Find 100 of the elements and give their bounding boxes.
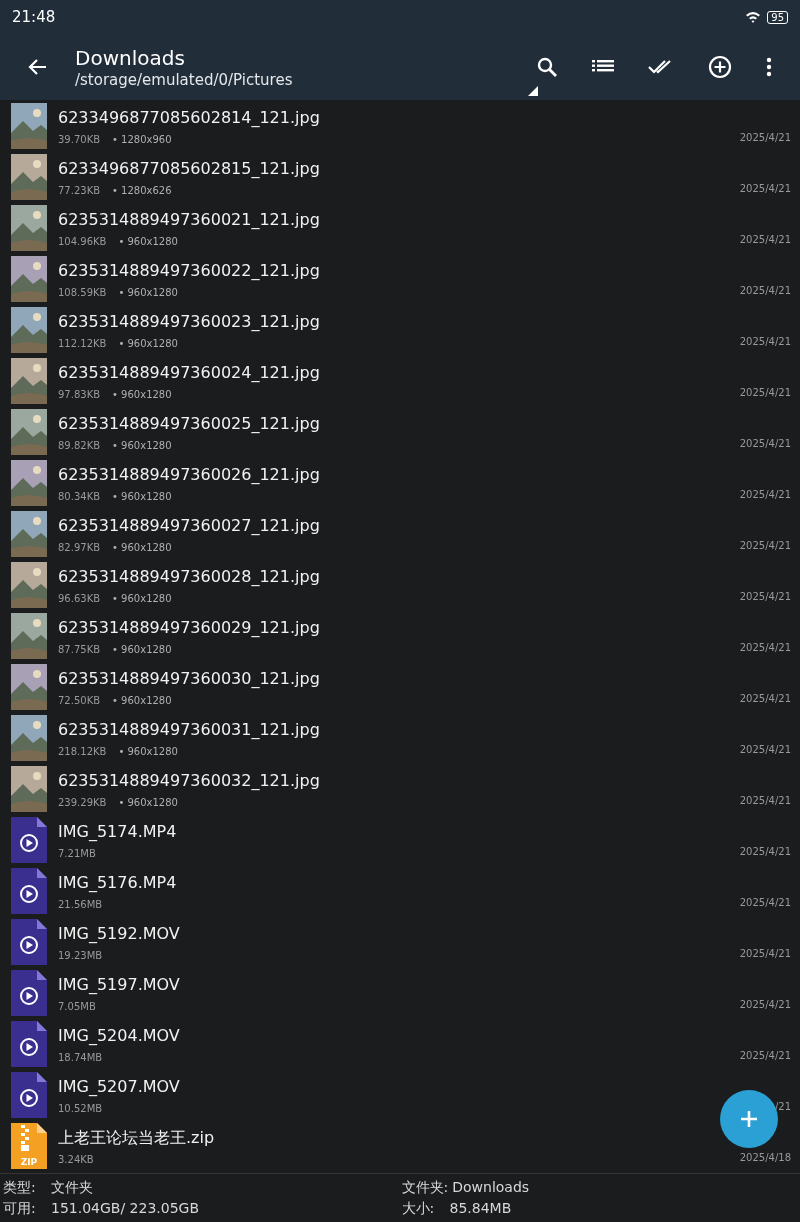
file-date: 2025/4/18 (739, 1152, 792, 1165)
file-date: 2025/4/21 (739, 642, 792, 655)
file-name[interactable]: 上老王论坛当老王.zip (58, 1126, 215, 1149)
file-name[interactable]: IMG_5174.MP4 (58, 820, 177, 843)
search-icon[interactable] (536, 56, 558, 78)
file-size: 77.23KB (58, 184, 101, 196)
back-arrow-icon[interactable] (28, 57, 48, 77)
image-dimensions: • 960x1280 (112, 592, 172, 604)
folder-label: 文件夹: (401, 1178, 449, 1197)
file-name[interactable]: 6233496877085602815_121.jpg (58, 157, 320, 180)
status-time: 21:48 (12, 8, 56, 26)
image-dimensions: • 1280x626 (112, 184, 172, 196)
folder-title: Downloads (75, 45, 186, 71)
video-file-icon (11, 816, 47, 863)
file-date: 2025/4/21 (739, 132, 792, 145)
file-name[interactable]: 6235314889497360031_121.jpg (58, 718, 320, 741)
type-label: 类型: (3, 1178, 37, 1197)
file-size: 10.52MB (58, 1102, 103, 1114)
zip-file-icon: ZIP (11, 1122, 47, 1169)
image-dimensions: • 960x1280 (112, 643, 172, 655)
file-date: 2025/4/21 (739, 234, 792, 247)
file-name[interactable]: 6235314889497360032_121.jpg (58, 769, 320, 792)
free-space-value: 151.04GB/ 223.05GB (51, 1199, 200, 1218)
file-date: 2025/4/21 (739, 948, 792, 961)
file-date: 2025/4/21 (739, 693, 792, 706)
file-size: 18.74MB (58, 1051, 103, 1063)
file-name[interactable]: 6235314889497360028_121.jpg (58, 565, 320, 588)
folder-path: /storage/emulated/0/Pictures (75, 71, 294, 89)
file-name[interactable]: 6235314889497360030_121.jpg (58, 667, 320, 690)
file-name[interactable]: 6235314889497360021_121.jpg (58, 208, 320, 231)
file-name[interactable]: IMG_5192.MOV (58, 922, 180, 945)
battery-level: 95 (767, 10, 788, 24)
file-size: 80.34KB (58, 490, 101, 502)
image-dimensions: • 960x1280 (118, 745, 178, 757)
image-dimensions: • 960x1280 (112, 541, 172, 553)
image-dimensions: • 960x1280 (118, 796, 178, 808)
file-name[interactable]: IMG_5204.MOV (58, 1024, 180, 1047)
file-date: 2025/4/21 (739, 540, 792, 553)
add-circle-icon[interactable] (708, 55, 732, 79)
image-dimensions: • 960x1280 (118, 337, 178, 349)
image-dimensions: • 1280x960 (112, 133, 172, 145)
image-dimensions: • 960x1280 (112, 490, 172, 502)
file-size: 72.50KB (58, 694, 101, 706)
size-label: 大小: (401, 1199, 436, 1218)
image-dimensions: • 960x1280 (118, 286, 178, 298)
file-size: 19.23MB (58, 949, 103, 961)
image-dimensions: • 960x1280 (118, 235, 178, 247)
file-name[interactable]: 6235314889497360026_121.jpg (58, 463, 320, 486)
file-size: 87.75KB (58, 643, 101, 655)
file-name[interactable]: 6233496877085602814_121.jpg (58, 106, 320, 129)
file-date: 2025/4/21 (739, 387, 792, 400)
file-size: 112.12KB (58, 337, 107, 349)
file-size: 96.63KB (58, 592, 101, 604)
file-size: 3.24KB (58, 1153, 94, 1165)
dropdown-corner-icon[interactable] (528, 86, 538, 96)
file-date: 2025/4/21 (739, 591, 792, 604)
file-date: 2025/4/21 (739, 999, 792, 1012)
file-name[interactable]: 6235314889497360025_121.jpg (58, 412, 320, 435)
file-size: 21.56MB (58, 898, 103, 910)
video-file-icon (11, 918, 47, 965)
file-name[interactable]: 6235314889497360022_121.jpg (58, 259, 320, 282)
wifi-icon (745, 11, 762, 23)
file-size: 39.70KB (58, 133, 101, 145)
video-file-icon (11, 867, 47, 914)
free-space-label: 可用: (3, 1199, 37, 1218)
file-size: 218.12KB (58, 745, 107, 757)
file-date: 2025/4/21 (739, 897, 792, 910)
file-date: 2025/4/21 (739, 438, 792, 451)
file-size: 82.97KB (58, 541, 101, 553)
folder-value: Downloads (452, 1178, 530, 1197)
file-name[interactable]: 6235314889497360029_121.jpg (58, 616, 320, 639)
file-size: 108.59KB (58, 286, 107, 298)
file-date: 2025/4/21 (739, 1050, 792, 1063)
file-size: 104.96KB (58, 235, 107, 247)
file-name[interactable]: IMG_5176.MP4 (58, 871, 177, 894)
file-date: 2025/4/21 (739, 285, 792, 298)
file-size: 97.83KB (58, 388, 101, 400)
file-date: 2025/4/21 (739, 744, 792, 757)
video-file-icon (11, 1020, 47, 1067)
image-dimensions: • 960x1280 (112, 694, 172, 706)
file-name[interactable]: 6235314889497360024_121.jpg (58, 361, 320, 384)
video-file-icon (11, 969, 47, 1016)
file-size: 239.29KB (58, 796, 107, 808)
file-date: 2025/4/21 (739, 336, 792, 349)
file-size: 89.82KB (58, 439, 101, 451)
file-date: 2025/4/21 (739, 795, 792, 808)
image-dimensions: • 960x1280 (112, 439, 172, 451)
plus-icon (739, 1109, 759, 1129)
image-dimensions: • 960x1280 (112, 388, 172, 400)
file-name[interactable]: IMG_5207.MOV (58, 1075, 180, 1098)
file-name[interactable]: IMG_5197.MOV (58, 973, 180, 996)
file-date: 2025/4/21 (739, 489, 792, 502)
size-value: 85.84MB (449, 1199, 512, 1218)
file-size: 7.05MB (58, 1000, 96, 1012)
file-name[interactable]: 6235314889497360027_121.jpg (58, 514, 320, 537)
file-name[interactable]: 6235314889497360023_121.jpg (58, 310, 320, 333)
file-size: 7.21MB (58, 847, 96, 859)
type-value: 文件夹 (51, 1178, 93, 1197)
more-menu-icon[interactable] (766, 57, 772, 77)
video-file-icon (11, 1071, 47, 1118)
